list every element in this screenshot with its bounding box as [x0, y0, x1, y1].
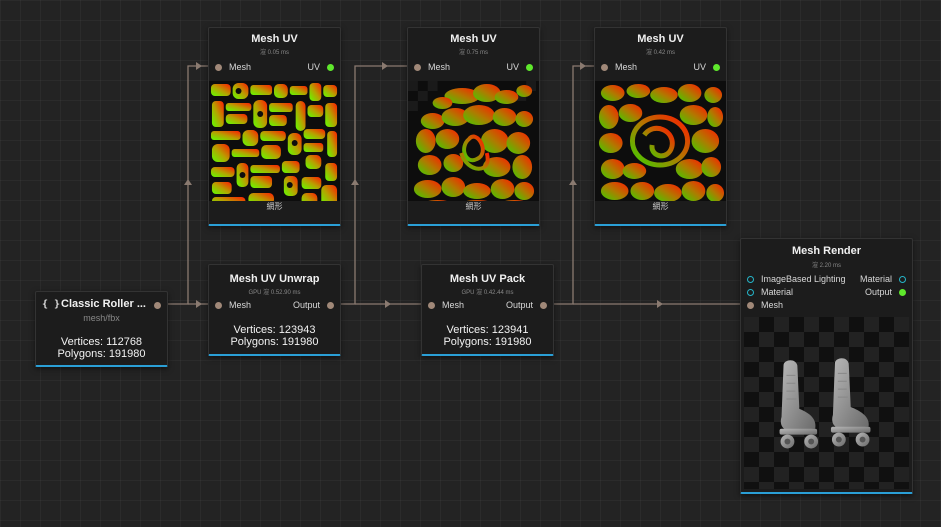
vertices-count: Vertices: 112768 [60, 336, 143, 348]
mesh-uv-pack-node[interactable]: Mesh UV Pack GPU 渲 0.42.44 ms Mesh Outpu… [421, 264, 554, 356]
port-label: Mesh [615, 62, 638, 72]
port-label: UV [693, 62, 706, 72]
polygons-count: Polygons: 191980 [57, 348, 146, 360]
port-label: Mesh [442, 300, 465, 310]
uv-output-port[interactable] [327, 64, 334, 71]
node-title: Mesh UV Pack [449, 273, 526, 285]
polygons-count: Polygons: 191980 [443, 336, 532, 348]
vertices-count: Vertices: 123943 [233, 324, 316, 336]
mesh-uv-node-1[interactable]: Mesh UV 渲 0.05 ms Mesh UV 網形 [208, 27, 341, 226]
mesh-input-port[interactable] [414, 64, 421, 71]
source-node[interactable]: { } Classic Roller ... mesh/fbx Vertices… [35, 291, 168, 367]
node-title: Mesh UV [251, 33, 298, 45]
mesh-input-port[interactable] [215, 64, 222, 71]
node-timing: 渲 0.05 ms [259, 50, 289, 56]
output-port[interactable] [540, 302, 547, 309]
output-port[interactable] [899, 289, 906, 296]
node-timing: 渲 2.20 ms [811, 263, 841, 269]
mesh-render-node[interactable]: Mesh Render 渲 2.20 ms ImageBased Lightin… [740, 238, 913, 494]
material-input-port[interactable] [747, 289, 754, 296]
material-output-port[interactable] [899, 276, 906, 283]
mesh-uv-unwrap-node[interactable]: Mesh UV Unwrap GPU 渲 0.52.90 ms Mesh Out… [208, 264, 341, 356]
mesh-input-port[interactable] [215, 302, 222, 309]
ibl-input-port[interactable] [747, 276, 754, 283]
node-timing: GPU 渲 0.42.44 ms [461, 290, 514, 296]
uv-preview-image: 網形 [209, 81, 340, 212]
port-label: Mesh [428, 62, 451, 72]
uv-output-port[interactable] [713, 64, 720, 71]
image-label: 網形 [595, 201, 726, 212]
roller-skates-image [779, 358, 871, 449]
port-label: UV [506, 62, 519, 72]
port-label: UV [307, 62, 320, 72]
port-label: Mesh [229, 300, 252, 310]
port-label: Output [864, 287, 892, 297]
image-label: 網形 [209, 201, 340, 212]
port-label: ImageBased Lighting [761, 274, 846, 284]
port-label: Output [505, 300, 533, 310]
node-timing: 渲 0.75 ms [458, 50, 488, 56]
image-label: 網形 [408, 201, 539, 212]
node-timing: GPU 渲 0.52.90 ms [248, 290, 301, 296]
polygons-count: Polygons: 191980 [230, 336, 319, 348]
vertices-count: Vertices: 123941 [446, 324, 529, 336]
uv-output-port[interactable] [526, 64, 533, 71]
mesh-input-port[interactable] [601, 64, 608, 71]
port-label: Output [292, 300, 320, 310]
braces-icon: { } [42, 299, 61, 310]
node-title: Mesh Render [791, 245, 862, 257]
output-port[interactable] [327, 302, 334, 309]
uv-preview-image: 網形 [408, 81, 539, 212]
output-port[interactable] [154, 302, 161, 309]
uv-preview-image: 網形 [595, 81, 726, 212]
port-label: Mesh [229, 62, 252, 72]
node-timing: 渲 0.42 ms [645, 50, 675, 56]
mesh-uv-node-3[interactable]: Mesh UV 渲 0.42 ms Mesh UV 網形 [594, 27, 727, 226]
mesh-input-port[interactable] [747, 302, 754, 309]
node-title: Mesh UV Unwrap [229, 273, 320, 285]
port-label: Mesh [761, 300, 784, 310]
mesh-input-port[interactable] [428, 302, 435, 309]
port-label: Material [761, 287, 794, 297]
mesh-uv-node-2[interactable]: Mesh UV 渲 0.75 ms Mesh UV 網形 [407, 27, 540, 226]
node-title: Mesh UV [637, 33, 684, 45]
port-label: Material [859, 274, 892, 284]
node-subtitle: mesh/fbx [83, 313, 120, 323]
node-title: Mesh UV [450, 33, 497, 45]
render-preview-image [744, 317, 909, 489]
